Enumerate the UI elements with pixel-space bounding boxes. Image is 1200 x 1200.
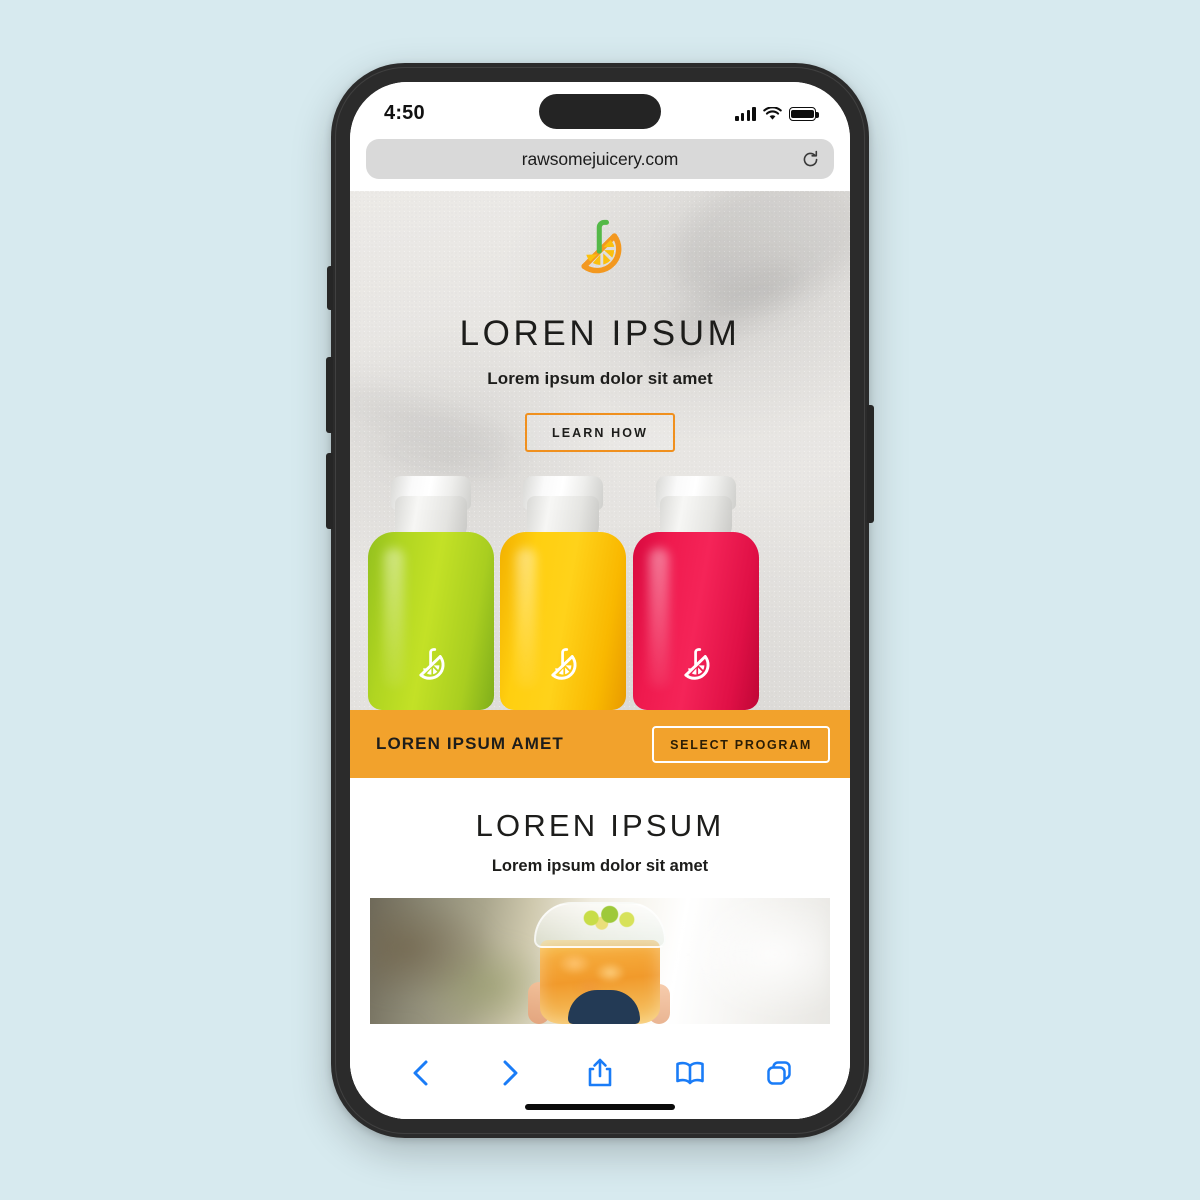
bottle-cap	[656, 476, 736, 510]
bottle-body	[633, 532, 759, 710]
volume-down-button[interactable]	[326, 453, 333, 529]
secondary-section: LOREN IPSUM Lorem ipsum dolor sit amet	[350, 778, 850, 1046]
bottle-logo-icon	[684, 648, 710, 680]
bottle-body	[368, 532, 494, 710]
cup-garnish	[578, 905, 644, 931]
bottle-body	[500, 532, 626, 710]
forward-button[interactable]	[493, 1056, 527, 1090]
status-time: 4:50	[384, 101, 425, 124]
bottle-neck	[527, 496, 599, 542]
red-juice-bottle	[633, 476, 759, 710]
juice-bottles-group	[350, 468, 850, 710]
page-title: LOREN IPSUM	[459, 314, 741, 353]
bottle-neck	[660, 496, 732, 542]
yellow-juice-bottle	[500, 468, 626, 710]
secondary-section-subtitle: Lorem ipsum dolor sit amet	[491, 857, 709, 875]
search-input[interactable]: rawsomejuicery.com	[366, 139, 834, 179]
green-juice-bottle	[368, 476, 494, 710]
cellular-signal-icon	[735, 107, 756, 121]
status-indicators	[735, 105, 819, 121]
juice-cup-photo	[370, 898, 830, 1024]
dynamic-island	[539, 94, 661, 129]
hero-subtitle: Lorem ipsum dolor sit amet	[487, 369, 713, 388]
volume-up-button[interactable]	[326, 357, 333, 433]
back-button[interactable]	[404, 1056, 438, 1090]
bottle-neck	[395, 496, 467, 542]
bottle-highlight	[516, 548, 536, 688]
learn-how-button[interactable]: LEARN HOW	[525, 413, 675, 452]
browser-address-bar-container: rawsomejuicery.com	[350, 136, 850, 191]
hero-section: LOREN IPSUM Lorem ipsum dolor sit amet L…	[350, 191, 850, 710]
promo-banner-text: LOREN IPSUM AMET	[376, 734, 564, 753]
bottle-cap	[523, 476, 603, 510]
tabs-button[interactable]	[762, 1056, 796, 1090]
juice-cup	[526, 902, 674, 1024]
reload-icon[interactable]	[801, 150, 820, 169]
bottle-logo-icon	[419, 648, 445, 680]
promo-banner: LOREN IPSUM AMET SELECT PROGRAM	[350, 710, 850, 778]
bookmarks-button[interactable]	[673, 1056, 707, 1090]
status-bar: 4:50	[350, 82, 850, 136]
bottle-highlight	[384, 548, 404, 688]
phone-screen: 4:50 rawsomejuicery.com LOREN IPSUM Lore…	[350, 82, 850, 1119]
web-page-viewport[interactable]: LOREN IPSUM Lorem ipsum dolor sit amet L…	[350, 191, 850, 1119]
home-indicator	[525, 1104, 675, 1110]
phone-device-frame: 4:50 rawsomejuicery.com LOREN IPSUM Lore…	[326, 63, 874, 1138]
power-button[interactable]	[867, 405, 874, 523]
orange-slice-straw-logo	[581, 219, 622, 274]
url-text: rawsomejuicery.com	[521, 148, 679, 169]
secondary-section-title: LOREN IPSUM	[475, 808, 725, 843]
battery-full-icon	[789, 107, 819, 121]
bottle-cap	[391, 476, 471, 510]
bottle-highlight	[649, 548, 669, 688]
share-button[interactable]	[583, 1056, 617, 1090]
bottle-logo-icon	[551, 648, 577, 680]
select-program-button[interactable]: SELECT PROGRAM	[652, 725, 830, 763]
wifi-icon	[763, 107, 782, 120]
silent-switch[interactable]	[327, 266, 333, 310]
